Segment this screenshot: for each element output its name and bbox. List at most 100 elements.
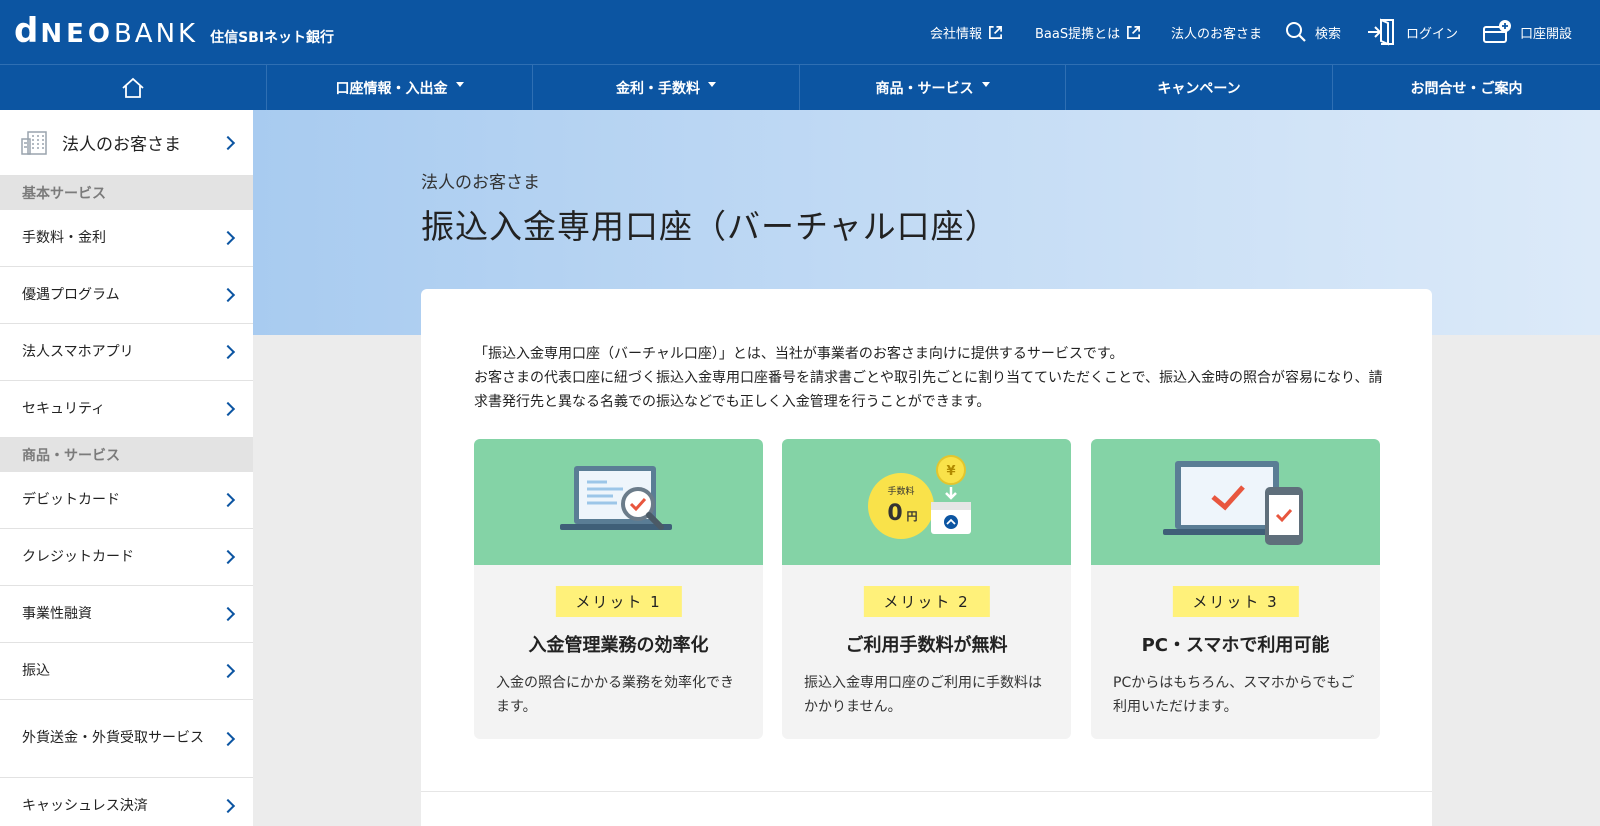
nav-products-services[interactable]: 商品・サービス	[800, 65, 1066, 110]
fee-value: 0	[887, 501, 902, 526]
sidebar-section-basic: 基本サービス	[0, 176, 253, 210]
baas-link[interactable]: BaaS提携とは	[1035, 0, 1141, 64]
sidebar-item-credit-card[interactable]: クレジットカード	[0, 529, 253, 586]
sidebar-item-cashless[interactable]: キャッシュレス決済	[0, 778, 253, 826]
external-link-icon	[989, 25, 1002, 39]
chevron-right-icon	[220, 287, 236, 303]
sidebar-item-security[interactable]: セキュリティ	[0, 381, 253, 438]
caret-down-icon	[455, 82, 464, 87]
sidebar-item-label: デビットカード	[22, 491, 120, 508]
nav-contact-label: お問合せ・ご案内	[1410, 80, 1523, 97]
chevron-right-icon	[220, 344, 236, 360]
caret-down-icon	[708, 82, 716, 87]
nav-contact[interactable]: お問合せ・ご案内	[1333, 65, 1600, 110]
chevron-right-icon	[220, 606, 236, 622]
sidebar: 法人のお客さま 基本サービス 手数料・金利 優遇プログラム 法人スマホアプリ セ…	[0, 110, 253, 826]
fee-zero-icon: 手数料 0 円 ¥	[867, 455, 971, 539]
logo-subtitle: 住信SBIネット銀行	[210, 30, 335, 46]
sidebar-item-transfer[interactable]: 振込	[0, 643, 253, 700]
sidebar-item-corporate-label: 法人のお客さま	[62, 135, 181, 155]
merit-description: PCからはもちろん、スマホからでもご利用いただけます。	[1113, 675, 1355, 715]
nav-rates-fees-label: 金利・手数料	[616, 80, 700, 97]
sidebar-item-fees-rates[interactable]: 手数料・金利	[0, 210, 253, 267]
caret-down-icon	[981, 82, 990, 87]
login-button[interactable]: ログイン	[1366, 0, 1458, 64]
nav-campaign[interactable]: キャンペーン	[1066, 65, 1333, 110]
sidebar-item-corporate[interactable]: 法人のお客さま	[0, 110, 253, 176]
divider	[421, 791, 1432, 792]
chevron-right-icon	[220, 401, 236, 417]
nav-products-services-label: 商品・サービス	[875, 80, 974, 97]
merit-card-2: 手数料 0 円 ¥ メリット 2 ご利用手数料が無料 振込入金専用口座のご利用に…	[782, 439, 1071, 739]
global-nav: 口座情報・入出金 金利・手数料 商品・サービス キャンペーン お問合せ・ご案内	[0, 64, 1600, 110]
merit-3-illustration	[1091, 439, 1380, 565]
chevron-right-icon	[220, 798, 236, 814]
login-door-icon	[1368, 18, 1394, 46]
neobank-logo[interactable]: d NEO BANK 住信SBIネット銀行	[14, 14, 334, 49]
chevron-right-icon	[220, 731, 236, 746]
baas-label: BaaS提携とは	[1035, 26, 1121, 42]
nav-home[interactable]	[0, 65, 267, 110]
intro-text: 「振込入金専用口座（バーチャル口座）」とは、当社が事業者のお客さま向けに提供する…	[474, 342, 1394, 414]
open-account-label: 口座開設	[1520, 26, 1573, 42]
sidebar-item-debit-card[interactable]: デビットカード	[0, 472, 253, 529]
chevron-right-icon	[220, 492, 236, 508]
merit-card-1: メリット 1 入金管理業務の効率化 入金の照合にかかる業務を効率化できます。	[474, 439, 763, 739]
breadcrumb: 法人のお客さま	[421, 173, 540, 193]
site-header: d NEO BANK 住信SBIネット銀行 会社情報 BaaS提携とは 法人のお…	[0, 0, 1600, 64]
yen-coin: ¥	[946, 464, 955, 479]
intro-line-2: お客さまの代表口座に紐づく振込入金専用口座番号を請求書ごとや取引先ごとに割り当て…	[474, 370, 1383, 410]
merit-badge: メリット 3	[1172, 586, 1299, 617]
content-panel: 「振込入金専用口座（バーチャル口座）」とは、当社が事業者のお客さま向けに提供する…	[421, 289, 1432, 826]
merit-title: 入金管理業務の効率化	[528, 635, 709, 656]
sidebar-item-label: クレジットカード	[22, 548, 134, 565]
building-icon	[21, 130, 47, 155]
external-link-icon	[1127, 25, 1141, 39]
nav-account-info-label: 口座情報・入出金	[335, 80, 448, 97]
nav-rates-fees[interactable]: 金利・手数料	[533, 65, 800, 110]
merit-title: PC・スマホで利用可能	[1141, 635, 1330, 656]
merit-description: 入金の照合にかかる業務を効率化できます。	[496, 675, 734, 715]
sidebar-item-label: 手数料・金利	[22, 229, 106, 246]
merit-1-illustration	[474, 439, 763, 565]
chevron-right-icon	[220, 663, 236, 679]
merit-title: ご利用手数料が無料	[845, 635, 1008, 656]
open-account-button[interactable]: 口座開設	[1482, 0, 1572, 64]
nav-campaign-label: キャンペーン	[1157, 80, 1241, 97]
search-label: 検索	[1315, 26, 1342, 42]
sidebar-item-label: 法人スマホアプリ	[22, 343, 134, 360]
company-info-label: 会社情報	[930, 26, 983, 42]
sidebar-item-label: 外貨送金・外貨受取サービス	[22, 730, 204, 746]
chevron-right-icon	[220, 135, 236, 150]
nav-account-info[interactable]: 口座情報・入出金	[267, 65, 533, 110]
sidebar-item-label: セキュリティ	[22, 400, 106, 417]
search-icon	[1286, 22, 1306, 42]
logo-neo: NEO	[40, 19, 114, 49]
fee-label: 手数料	[887, 485, 914, 497]
laptop-magnifier-icon	[559, 466, 672, 530]
sidebar-item-label: 事業性融資	[22, 605, 92, 622]
sidebar-section-products: 商品・サービス	[0, 438, 253, 472]
card-plus-icon	[1483, 20, 1511, 43]
fee-unit: 円	[906, 510, 917, 523]
logo-bank: BANK	[113, 19, 199, 49]
sidebar-item-business-loan[interactable]: 事業性融資	[0, 586, 253, 643]
search-button[interactable]: 検索	[1285, 0, 1341, 64]
company-info-link[interactable]: 会社情報	[930, 0, 1003, 64]
chevron-right-icon	[220, 230, 236, 246]
merit-description: 振込入金専用口座のご利用に手数料はかかりません。	[804, 675, 1042, 715]
sidebar-item-app[interactable]: 法人スマホアプリ	[0, 324, 253, 381]
logo-d: d	[14, 11, 39, 51]
merit-badge: メリット 1	[555, 586, 682, 617]
merit-2-illustration: 手数料 0 円 ¥	[782, 439, 1071, 565]
pc-smartphone-icon	[1162, 461, 1303, 545]
sidebar-item-program[interactable]: 優遇プログラム	[0, 267, 253, 324]
corporate-customers-link[interactable]: 法人のお客さま	[1171, 0, 1262, 64]
sidebar-item-foreign-remittance[interactable]: 外貨送金・外貨受取サービス	[0, 700, 253, 778]
merit-card-3: メリット 3 PC・スマホで利用可能 PCからはもちろん、スマホからでもご利用い…	[1091, 439, 1380, 739]
page-title: 振込入金専用口座（バーチャル口座）	[421, 207, 999, 246]
corporate-customers-label: 法人のお客さま	[1171, 26, 1263, 42]
login-label: ログイン	[1406, 26, 1459, 42]
chevron-right-icon	[220, 549, 236, 565]
sidebar-item-label: 振込	[22, 662, 50, 679]
